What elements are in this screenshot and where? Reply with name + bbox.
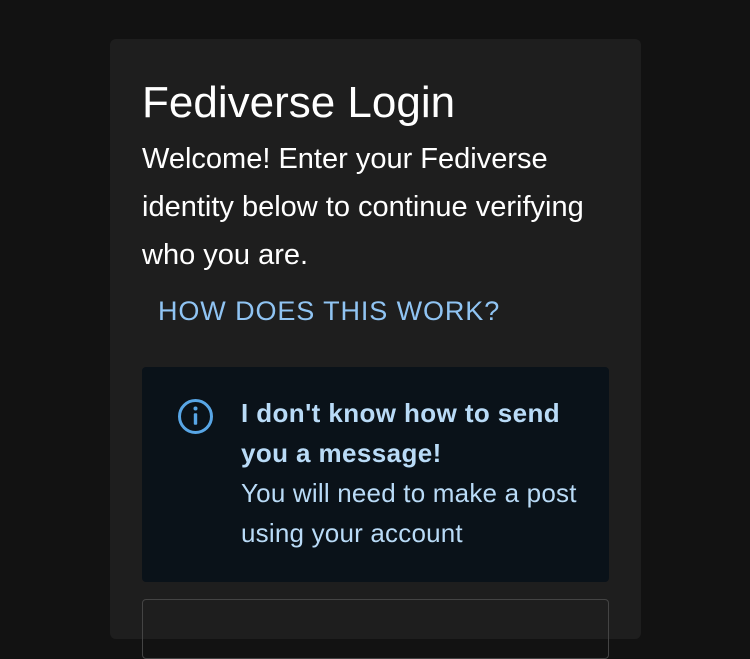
login-card: Fediverse Login Welcome! Enter your Fedi… [110, 39, 641, 659]
alert-content: I don't know how to send you a message! … [241, 393, 581, 553]
alert-message: You will need to make a post using your … [241, 478, 577, 548]
identity-input-edge[interactable] [142, 599, 609, 659]
alert-title: I don't know how to send you a message! [241, 398, 561, 468]
info-circle-icon [177, 398, 214, 435]
how-does-this-work-link[interactable]: HOW DOES THIS WORK? [158, 298, 500, 325]
info-alert: I don't know how to send you a message! … [142, 367, 609, 582]
page-title: Fediverse Login [142, 78, 456, 127]
welcome-text: Welcome! Enter your Fediverse identity b… [142, 143, 584, 271]
